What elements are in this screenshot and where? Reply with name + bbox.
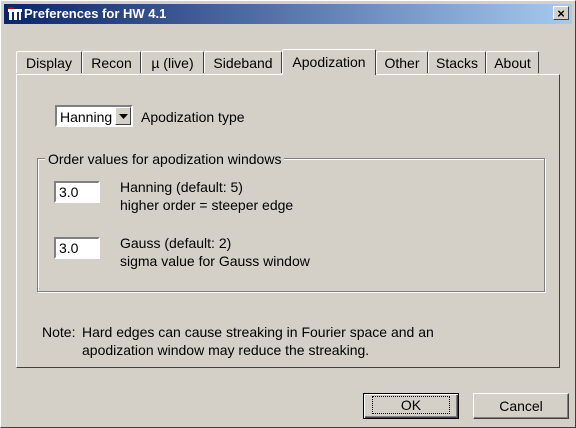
- tab-apodization[interactable]: Apodization: [282, 49, 376, 75]
- tab-other[interactable]: Other: [376, 51, 428, 73]
- window-title: Preferences for HW 4.1: [24, 6, 167, 21]
- gauss-label: Gauss (default: 2): [120, 235, 232, 251]
- close-icon: ×: [557, 6, 565, 21]
- tab-recon[interactable]: Recon: [82, 51, 141, 73]
- order-values-group: [37, 158, 545, 292]
- hanning-label: Hanning (default: 5): [120, 179, 243, 195]
- apodization-type-value: Hanning: [60, 109, 113, 125]
- title-bar[interactable]: Preferences for HW 4.1 ×: [4, 4, 572, 24]
- gauss-sigma-field[interactable]: 3.0: [54, 237, 100, 259]
- note-text-line1: Hard edges can cause streaking in Fourie…: [82, 324, 434, 340]
- hanning-hint: higher order = steeper edge: [120, 197, 294, 213]
- apodization-type-select[interactable]: Hanning: [55, 105, 133, 127]
- ok-button[interactable]: OK: [363, 393, 459, 419]
- chevron-down-icon: [119, 114, 128, 119]
- tab-about[interactable]: About: [486, 51, 539, 73]
- note-label: Note:: [42, 324, 76, 340]
- gauss-hint: sigma value for Gauss window: [120, 253, 310, 269]
- group-label: Order values for apodization windows: [45, 151, 285, 167]
- cancel-button[interactable]: Cancel: [473, 393, 569, 419]
- hanning-order-field[interactable]: 3.0: [54, 181, 100, 203]
- note-text-line2: apodization window may reduce the streak…: [82, 342, 370, 358]
- apodization-type-label: Apodization type: [141, 109, 245, 125]
- tab-display[interactable]: Display: [16, 51, 82, 73]
- ok-label: OK: [371, 396, 451, 414]
- window-app-icon: [8, 7, 22, 20]
- close-button[interactable]: ×: [553, 6, 569, 20]
- tab-stacks[interactable]: Stacks: [428, 51, 486, 73]
- tab-sideband[interactable]: Sideband: [204, 51, 282, 73]
- preferences-dialog: Preferences for HW 4.1 × Display Recon µ…: [0, 0, 576, 428]
- dropdown-button[interactable]: [115, 107, 131, 125]
- tab-mu-live[interactable]: µ (live): [141, 51, 204, 73]
